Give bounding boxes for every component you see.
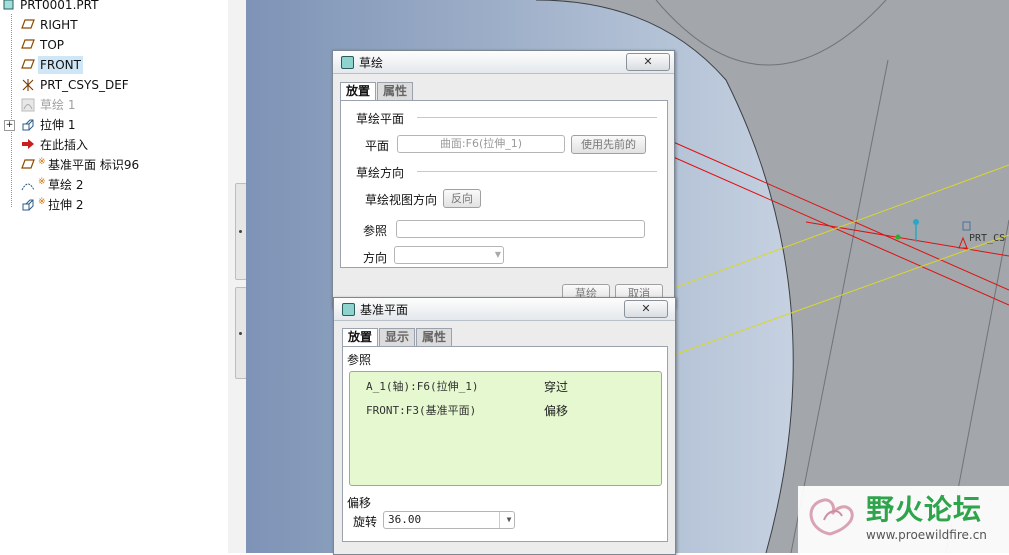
placement-panel: 草绘平面 平面 曲面:F6(拉伸_1) 使用先前的 草绘方向 草绘视图方向 反向… (340, 100, 668, 268)
tree-item-label: RIGHT (40, 18, 78, 32)
reference-field[interactable] (396, 220, 645, 238)
tree-item-label: TOP (40, 38, 65, 52)
sketch-dialog: 草绘 ✕ 放置 属性 草绘平面 平面 曲面:F6(拉伸_1) 使用先前的 草绘方… (332, 50, 675, 308)
rotate-value-combo[interactable]: 36.00 ▼ (383, 511, 515, 529)
rotate-value: 36.00 (388, 513, 422, 526)
extrude-icon (21, 118, 35, 132)
dialog-app-icon (341, 56, 354, 69)
tree-item-label: 基准平面 标识96 (48, 158, 140, 172)
dialog-app-icon (342, 303, 355, 316)
view-direction-label: 草绘视图方向 (365, 193, 438, 207)
orientation-label: 方向 (363, 251, 388, 265)
rotate-label: 旋转 (353, 515, 378, 529)
close-button[interactable]: ✕ (626, 53, 670, 71)
tab-placement[interactable]: 放置 (340, 82, 377, 101)
tree-item-label: PRT0001.PRT (20, 0, 99, 12)
reference-constraint[interactable]: 穿过 (544, 378, 568, 395)
watermark-url: www.proewildfire.cn (866, 528, 987, 542)
part-icon (2, 0, 16, 12)
new-feature-star-icon: ※ (38, 177, 46, 187)
datum-plane-icon (21, 18, 35, 32)
plane-label: 平面 (365, 139, 390, 153)
section-sketch-plane: 草绘平面 (356, 112, 405, 126)
tree-item-label: 拉伸 2 (48, 198, 84, 212)
references-label: 参照 (347, 353, 372, 367)
datum-plane-icon (21, 58, 35, 72)
section-sketch-orientation: 草绘方向 (356, 166, 405, 180)
use-previous-button[interactable]: 使用先前的 (571, 135, 646, 154)
chevron-down-icon[interactable]: ▼ (499, 512, 514, 528)
csys-label: PRT_CS (969, 233, 1006, 244)
watermark-title: 野火论坛 (866, 493, 983, 526)
forum-logo (809, 498, 854, 536)
reference-label: 参照 (363, 224, 388, 238)
model-tree: PRT0001.PRT RIGHT TOP FRONT PRT_CSYS_DEF… (0, 0, 229, 553)
tab-properties[interactable]: 属性 (377, 82, 414, 100)
watermark: 野火论坛 www.proewildfire.cn (798, 486, 1009, 553)
csys-icon (21, 78, 35, 92)
tree-item-label: 在此插入 (40, 138, 89, 152)
references-list[interactable]: A_1(轴):F6(拉伸_1) 穿过 FRONT:F3(基准平面) 偏移 (349, 371, 662, 486)
datum-plane-dialog: 基准平面 ✕ 放置 显示 属性 参照 A_1(轴):F6(拉伸_1) 穿过 FR… (333, 297, 676, 555)
tree-item-label: FRONT (38, 56, 83, 74)
dialog-title: 草绘 (359, 56, 384, 70)
reference-item[interactable]: A_1(轴):F6(拉伸_1) (366, 378, 478, 394)
sketch-icon (21, 98, 35, 112)
chevron-down-icon: ▼ (494, 250, 502, 259)
insert-here-arrow-icon (21, 138, 35, 152)
offset-section-label: 偏移 (347, 496, 372, 510)
datum-dialog-titlebar[interactable]: 基准平面 ✕ (334, 298, 675, 321)
tab-display[interactable]: 显示 (379, 328, 416, 346)
flip-button[interactable]: 反向 (443, 189, 481, 208)
datum-plane-icon (21, 38, 35, 52)
close-button[interactable]: ✕ (624, 300, 668, 318)
sketch-dialog-titlebar[interactable]: 草绘 ✕ (333, 51, 674, 74)
new-feature-star-icon: ※ (38, 197, 46, 207)
new-feature-star-icon: ※ (38, 157, 46, 167)
dialog-title: 基准平面 (360, 303, 409, 317)
plane-field[interactable]: 曲面:F6(拉伸_1) (397, 135, 565, 153)
extrude-icon (21, 198, 35, 212)
tab-properties[interactable]: 属性 (416, 328, 453, 346)
panel-splitter[interactable] (228, 0, 247, 553)
tree-item-label: 草绘 1 (40, 98, 76, 112)
tab-placement[interactable]: 放置 (342, 328, 379, 347)
tree-item-label: 草绘 2 (48, 178, 84, 192)
reference-item[interactable]: FRONT:F3(基准平面) (366, 402, 476, 418)
datum-plane-icon (21, 158, 35, 172)
reference-constraint[interactable]: 偏移 (544, 402, 568, 419)
sketch-icon (21, 178, 35, 192)
orientation-combo[interactable]: ▼ (394, 246, 504, 264)
expand-plus-icon[interactable]: + (4, 120, 15, 131)
placement-panel: 参照 A_1(轴):F6(拉伸_1) 穿过 FRONT:F3(基准平面) 偏移 … (342, 346, 668, 542)
tree-item-label: 拉伸 1 (40, 118, 76, 132)
tree-item-label: PRT_CSYS_DEF (40, 78, 129, 92)
